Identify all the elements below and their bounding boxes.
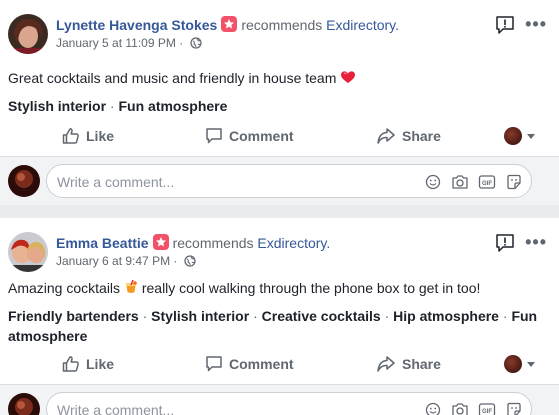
post-header: Lynette Havenga Stokes recommends Exdirec…	[8, 12, 551, 62]
comment-label: Comment	[229, 356, 294, 372]
like-button[interactable]: Like	[62, 347, 114, 381]
report-icon[interactable]	[495, 234, 515, 252]
reaction-identity-selector[interactable]	[504, 127, 535, 145]
comment-input[interactable]	[57, 400, 407, 415]
commenter-avatar	[8, 393, 40, 415]
author-avatar[interactable]	[8, 232, 48, 272]
tag-separator: ·	[106, 98, 119, 114]
post-card: Emma Beattie recommends Exdirectory. Janu…	[0, 218, 559, 415]
tag-separator: ·	[138, 308, 152, 324]
comment-input-wrapper: GIF	[46, 164, 532, 198]
tag[interactable]: Stylish interior	[8, 98, 106, 114]
svg-text:GIF: GIF	[482, 409, 492, 415]
report-icon[interactable]	[495, 16, 515, 34]
emoji-icon[interactable]	[424, 173, 442, 191]
post-actions: Like Comment Share	[0, 346, 559, 380]
tag-separator: ·	[380, 308, 394, 324]
comment-composer: GIF	[0, 385, 559, 415]
tag-separator: ·	[249, 308, 262, 324]
comment-button[interactable]: Comment	[205, 347, 294, 381]
page-avatar	[504, 355, 522, 373]
author-name[interactable]: Emma Beattie	[56, 235, 149, 251]
gif-icon[interactable]: GIF	[478, 173, 496, 191]
post-body: Amazing cocktails really cool walking th…	[8, 279, 480, 298]
tag-separator: ·	[498, 308, 512, 324]
page-avatar	[504, 127, 522, 145]
tag[interactable]: Friendly bartenders	[8, 308, 139, 324]
more-options-icon[interactable]: •••	[525, 14, 547, 35]
globe-icon[interactable]	[184, 255, 196, 270]
page-link[interactable]: Exdirectory.	[326, 17, 399, 33]
author-name[interactable]: Lynette Havenga Stokes	[56, 17, 217, 33]
timestamp[interactable]: January 6 at 9:47 PM	[56, 254, 170, 268]
comment-input-wrapper: GIF	[46, 392, 532, 415]
comment-label: Comment	[229, 128, 294, 144]
post-card: Lynette Havenga Stokes recommends Exdirec…	[0, 0, 559, 205]
comment-tools: GIF	[424, 173, 523, 191]
recommends-text: recommends	[241, 17, 323, 33]
like-icon	[62, 128, 79, 144]
comment-button[interactable]: Comment	[205, 119, 294, 153]
cocktail-icon	[124, 279, 138, 298]
comment-composer: GIF	[0, 157, 559, 205]
reaction-identity-selector[interactable]	[504, 355, 535, 373]
camera-icon[interactable]	[451, 401, 469, 415]
share-button[interactable]: Share	[376, 347, 441, 381]
like-label: Like	[86, 356, 115, 372]
share-button[interactable]: Share	[376, 119, 441, 153]
post-body-text: Great cocktails and music and friendly i…	[8, 70, 337, 86]
emoji-icon[interactable]	[424, 401, 442, 415]
comment-icon	[206, 356, 222, 372]
commenter-avatar	[8, 165, 40, 197]
share-icon	[377, 128, 395, 144]
author-line: Emma Beattie recommends Exdirectory.	[56, 234, 330, 251]
globe-icon[interactable]	[189, 37, 202, 52]
heart-icon	[340, 69, 356, 88]
recommend-icon	[152, 234, 169, 250]
tag[interactable]: Stylish interior	[151, 308, 249, 324]
recommendation-tags: Stylish interior · Fun atmosphere	[8, 96, 548, 116]
author-line: Lynette Havenga Stokes recommends Exdirec…	[56, 16, 399, 33]
post-header: Emma Beattie recommends Exdirectory. Janu…	[8, 230, 551, 280]
post-body-text: Amazing cocktails	[8, 280, 121, 296]
sticker-icon[interactable]	[505, 401, 523, 415]
author-avatar[interactable]	[8, 14, 48, 54]
comment-input[interactable]	[57, 172, 407, 192]
page-link[interactable]: Exdirectory.	[257, 235, 330, 251]
share-label: Share	[402, 128, 441, 144]
caret-down-icon	[527, 133, 535, 139]
caret-down-icon	[527, 361, 535, 367]
like-icon	[62, 356, 79, 372]
like-label: Like	[86, 128, 115, 144]
post-meta: January 6 at 9:47 PM ·	[56, 254, 196, 270]
post-actions: Like Comment Share	[0, 118, 559, 152]
meta-separator: ·	[173, 254, 178, 268]
gif-icon[interactable]: GIF	[478, 401, 496, 415]
tag[interactable]: Fun atmosphere	[118, 98, 227, 114]
tag[interactable]: Hip atmosphere	[393, 308, 499, 324]
recommends-text: recommends	[172, 235, 254, 251]
comment-icon	[206, 128, 222, 144]
camera-icon[interactable]	[451, 173, 469, 191]
meta-separator: ·	[179, 36, 184, 50]
more-options-icon[interactable]: •••	[525, 232, 547, 253]
recommend-icon	[221, 16, 238, 32]
svg-text:GIF: GIF	[482, 181, 492, 187]
share-label: Share	[402, 356, 441, 372]
timestamp[interactable]: January 5 at 11:09 PM	[56, 36, 176, 50]
post-meta: January 5 at 11:09 PM ·	[56, 36, 202, 52]
comment-tools: GIF	[424, 401, 523, 415]
tag[interactable]: Creative cocktails	[262, 308, 381, 324]
post-body-text: really cool walking through the phone bo…	[141, 280, 481, 296]
recommendation-tags: Friendly bartenders · Stylish interior ·…	[8, 306, 548, 346]
share-icon	[377, 356, 395, 372]
sticker-icon[interactable]	[505, 173, 523, 191]
post-body: Great cocktails and music and friendly i…	[8, 69, 356, 88]
like-button[interactable]: Like	[62, 119, 114, 153]
